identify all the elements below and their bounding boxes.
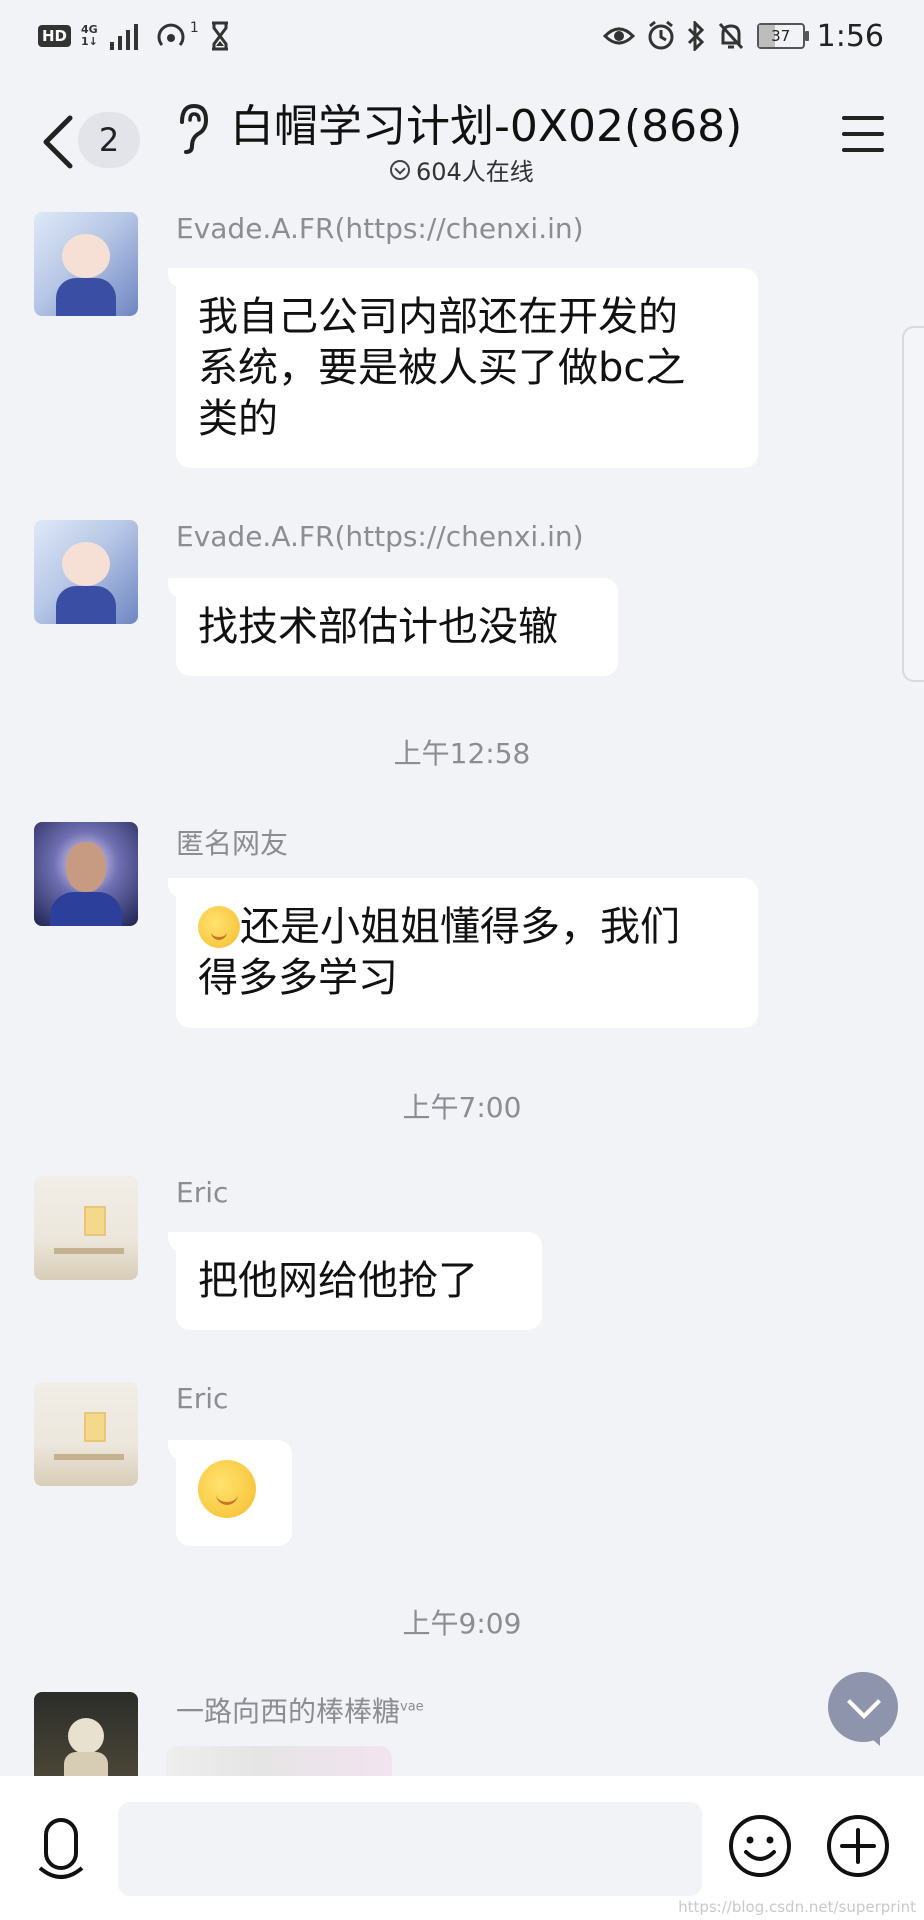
avatar[interactable] <box>34 1382 138 1486</box>
sender-name: 匿名网友 <box>176 827 289 860</box>
message-input[interactable] <box>118 1802 702 1896</box>
hotspot-icon <box>157 23 185 46</box>
plus-icon[interactable] <box>826 1814 890 1878</box>
timestamp: 上午7:00 <box>402 1091 522 1124</box>
online-chevron-icon <box>390 159 410 180</box>
sender-name: Eric <box>176 1382 229 1415</box>
mute-bell-icon <box>718 22 743 50</box>
blush-emoji-icon <box>198 906 240 948</box>
watermark: https://blog.csdn.net/superprint <box>678 1898 916 1916</box>
sender-name: Evade.A.FR(https://chenxi.in) <box>176 212 584 245</box>
menu-icon[interactable] <box>842 116 884 156</box>
back-chevron-icon[interactable] <box>38 112 78 172</box>
alarm-icon <box>648 21 674 50</box>
avatar[interactable] <box>34 1692 138 1776</box>
group-title: 白帽学习计划-0X02(868) <box>230 101 743 152</box>
avatar[interactable] <box>34 822 138 926</box>
hourglass-icon <box>211 21 228 51</box>
unread-count-badge[interactable]: 2 <box>78 112 140 168</box>
image-message-preview[interactable] <box>166 1746 392 1776</box>
status-left: HD 4G 1↓ 1 <box>38 18 231 54</box>
timestamp: 上午12:58 <box>393 737 531 770</box>
side-drawer-handle[interactable] <box>902 326 924 682</box>
hd-icon: HD <box>38 25 72 47</box>
sender-name: Evade.A.FR(https://chenxi.in) <box>176 520 584 553</box>
scroll-down-icon[interactable] <box>828 1672 898 1742</box>
microphone-icon[interactable] <box>38 1816 84 1886</box>
sender-name: 一路向西的棒棒糖vae <box>176 1695 424 1728</box>
battery-icon: 37 <box>756 23 809 49</box>
message-bubble[interactable]: 我自己公司内部还在开发的 系统，要是被人买了做bc之 类的 <box>168 268 758 468</box>
avatar[interactable] <box>34 1176 138 1280</box>
status-bar: HD 4G 1↓ 1 37 1:56 <box>0 0 924 72</box>
clock: 1:56 <box>816 18 884 54</box>
sender-name: Eric <box>176 1176 229 1209</box>
ear-icon[interactable] <box>172 102 212 156</box>
eye-icon <box>602 27 635 45</box>
input-bar: https://blog.csdn.net/superprint <box>0 1776 924 1920</box>
thinking-emoji-icon <box>198 1460 256 1518</box>
online-count[interactable]: 604人在线 <box>390 152 534 187</box>
chat-header: 2 白帽学习计划-0X02(868) 604人在线 <box>0 72 924 202</box>
status-right: 37 1:56 <box>602 16 884 56</box>
timestamp: 上午9:09 <box>402 1607 522 1640</box>
smile-icon[interactable] <box>728 1814 792 1878</box>
message-bubble[interactable]: 找技术部估计也没辙 <box>168 578 618 676</box>
notification-count: 1 <box>189 20 199 36</box>
network-type: 4G 1↓ <box>81 23 98 48</box>
avatar[interactable] <box>34 212 138 316</box>
signal-icon <box>109 24 138 50</box>
avatar[interactable] <box>34 520 138 624</box>
message-bubble[interactable]: 把他网给他抢了 <box>168 1232 542 1330</box>
sticker-bubble[interactable] <box>168 1440 292 1546</box>
message-bubble[interactable]: 还是小姐姐懂得多，我们 得多多学习 <box>168 878 758 1028</box>
bluetooth-icon <box>687 21 704 51</box>
